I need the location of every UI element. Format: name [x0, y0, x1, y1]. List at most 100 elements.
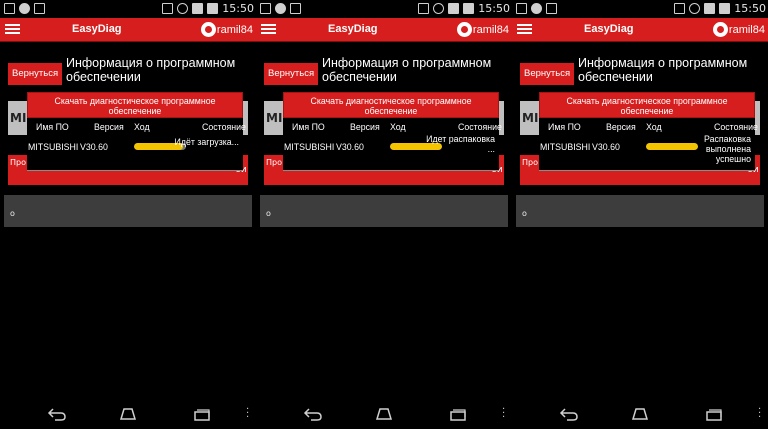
more-icon[interactable]: · · · — [502, 405, 506, 423]
signal-icon — [448, 3, 460, 14]
column-status: Состояние — [202, 122, 246, 132]
more-icon[interactable]: · · · — [246, 405, 250, 423]
username: ramil84 — [728, 23, 765, 36]
dialog-title: Скачать диагностическое программное обес… — [539, 92, 755, 118]
software-version: V30.60 — [80, 142, 108, 152]
vibrate-icon — [674, 3, 686, 14]
download-dialog: Скачать диагностическое программное обес… — [283, 92, 502, 171]
column-progress: Ход — [646, 122, 662, 132]
column-name: Имя ПО — [548, 122, 581, 132]
app-title: EasyDiag — [72, 23, 122, 35]
screenshot-icon — [4, 3, 15, 14]
home-icon[interactable] — [629, 407, 651, 420]
vibrate-icon — [162, 3, 174, 14]
status-bar: 15:50 — [512, 0, 768, 18]
mail-icon — [290, 3, 301, 14]
signal-icon — [192, 3, 204, 14]
back-icon[interactable] — [47, 407, 67, 421]
hamburger-menu-icon[interactable] — [517, 22, 532, 36]
column-version: Версия — [350, 122, 380, 132]
status-text: Идет распаковка ... — [426, 134, 495, 154]
battery-icon — [207, 3, 219, 14]
table-header: Имя ПО Версия Ход Состояние — [27, 122, 246, 134]
background-gray-label: о — [266, 209, 271, 218]
recent-apps-icon[interactable] — [705, 408, 723, 421]
download-dialog: Скачать диагностическое программное обес… — [539, 92, 758, 171]
clock: 15:50 — [222, 2, 254, 15]
status-bar: 15:50 — [256, 0, 512, 18]
tile-label: MI — [522, 111, 539, 125]
column-status: Состояние — [458, 122, 502, 132]
signal-icon — [704, 3, 716, 14]
more-icon[interactable]: · · · — [758, 405, 762, 423]
table-header: Имя ПО Версия Ход Состояние — [283, 122, 502, 134]
background-gray-label: о — [522, 209, 527, 218]
background-gray-label: о — [10, 209, 15, 218]
back-button[interactable]: Вернуться — [8, 63, 63, 85]
phone-screen-2: 15:50 EasyDiag ramil84 Вернуться Информа… — [256, 0, 512, 429]
mail-icon — [34, 3, 45, 14]
user-icon — [200, 22, 216, 37]
chat-icon — [275, 3, 286, 14]
hamburger-menu-icon[interactable] — [261, 22, 276, 36]
user-icon — [712, 22, 728, 37]
username: ramil84 — [216, 23, 253, 36]
user-icon — [456, 22, 472, 37]
hamburger-menu-icon[interactable] — [5, 22, 20, 36]
app-bar: EasyDiag ramil84 — [512, 18, 768, 42]
software-name: MITSUBISHI — [28, 142, 79, 152]
phone-screen-1: 15:50 EasyDiag ramil84 Вернуться Информа… — [0, 0, 256, 429]
alarm-icon — [433, 3, 445, 14]
navigation-bar: · · · — [512, 398, 768, 429]
back-button[interactable]: Вернуться — [520, 63, 575, 85]
battery-icon — [463, 3, 475, 14]
table-row: MITSUBISHI V30.60 Идет распаковка ... — [283, 134, 499, 166]
app-bar: EasyDiag ramil84 — [256, 18, 512, 42]
recent-apps-icon[interactable] — [193, 408, 211, 421]
chat-icon — [19, 3, 30, 14]
status-text: Распаковка выполнена успешно — [704, 134, 751, 164]
home-icon[interactable] — [117, 407, 139, 420]
phone-screen-3: 15:50 EasyDiag ramil84 Вернуться Информа… — [512, 0, 768, 429]
back-icon[interactable] — [303, 407, 323, 421]
user-account[interactable]: ramil84 — [200, 22, 253, 37]
status-text: Идёт загрузка... — [174, 137, 239, 147]
column-name: Имя ПО — [36, 122, 69, 132]
background-gray-bar: о — [516, 195, 764, 227]
column-status: Состояние — [714, 122, 758, 132]
app-title: EasyDiag — [584, 23, 634, 35]
software-name: MITSUBISHI — [284, 142, 335, 152]
column-progress: Ход — [134, 122, 150, 132]
clock: 15:50 — [478, 2, 510, 15]
user-account[interactable]: ramil84 — [456, 22, 509, 37]
home-icon[interactable] — [373, 407, 395, 420]
alarm-icon — [689, 3, 701, 14]
tile-label: MI — [266, 111, 283, 125]
column-version: Версия — [606, 122, 636, 132]
software-name: MITSUBISHI — [540, 142, 591, 152]
table-header: Имя ПО Версия Ход Состояние — [539, 122, 758, 134]
page-title: Информация о программном обеспечении — [322, 56, 492, 84]
column-name: Имя ПО — [292, 122, 325, 132]
column-version: Версия — [94, 122, 124, 132]
battery-icon — [719, 3, 731, 14]
page-title: Информация о программном обеспечении — [66, 56, 236, 84]
back-button[interactable]: Вернуться — [264, 63, 319, 85]
table-row: MITSUBISHI V30.60 Идёт загрузка... — [27, 136, 243, 166]
user-account[interactable]: ramil84 — [712, 22, 765, 37]
status-bar: 15:50 — [0, 0, 256, 18]
alarm-icon — [177, 3, 189, 14]
vibrate-icon — [418, 3, 430, 14]
dialog-title: Скачать диагностическое программное обес… — [283, 92, 499, 118]
column-progress: Ход — [390, 122, 406, 132]
download-dialog: Скачать диагностическое программное обес… — [27, 92, 246, 171]
table-row: MITSUBISHI V30.60 Распаковка выполнена у… — [539, 134, 755, 166]
screenshot-icon — [516, 3, 527, 14]
back-icon[interactable] — [559, 407, 579, 421]
chat-icon — [531, 3, 542, 14]
username: ramil84 — [472, 23, 509, 36]
screenshot-strip: 15:50 EasyDiag ramil84 Вернуться Информа… — [0, 0, 768, 429]
software-version: V30.60 — [592, 142, 620, 152]
background-gray-bar: о — [260, 195, 508, 227]
recent-apps-icon[interactable] — [449, 408, 467, 421]
